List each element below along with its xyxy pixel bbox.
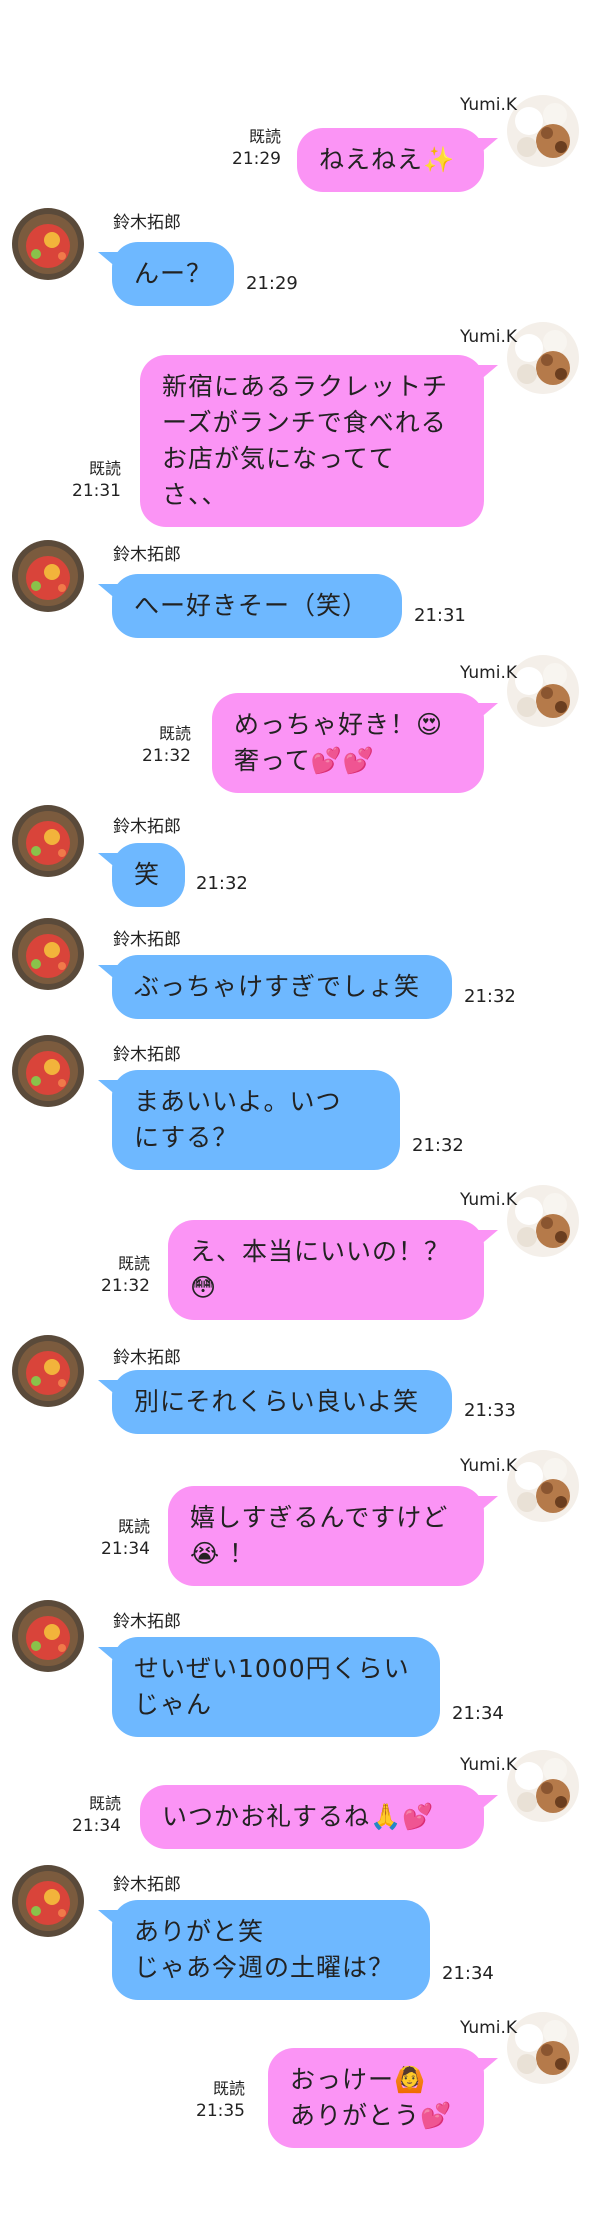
- avatar-yumi[interactable]: [507, 655, 579, 727]
- sender-name: 鈴木拓郎: [113, 930, 181, 950]
- avatar-suzuki[interactable]: [12, 1335, 84, 1407]
- sender-name: 鈴木拓郎: [113, 213, 181, 233]
- message-text: 奢って💕💕: [234, 746, 376, 775]
- message-bubble[interactable]: 嬉しすぎるんですけど 😭 ！: [168, 1486, 498, 1586]
- message-bubble[interactable]: 笑: [98, 843, 185, 907]
- message-text: へー好きそー（笑）: [134, 591, 369, 620]
- message-bubble[interactable]: おっけー🙆 ありがとう💕: [268, 2048, 498, 2148]
- avatar-suzuki[interactable]: [12, 918, 84, 990]
- message-text: さ、、: [162, 480, 228, 509]
- message-time: 21:31: [72, 481, 121, 501]
- message-text: ありがとう💕: [290, 2101, 453, 2130]
- message-bubble[interactable]: んー？: [98, 242, 234, 306]
- message-text: ねえねえ✨: [319, 145, 456, 174]
- message-text: にする？: [134, 1123, 239, 1152]
- read-receipt: 既読 21:31: [31, 458, 121, 502]
- sender-name: Yumi.K: [459, 1190, 517, 1210]
- avatar-yumi[interactable]: [507, 1750, 579, 1822]
- read-receipt: 既読 21:29: [191, 126, 281, 170]
- sender-name: Yumi.K: [459, 1456, 517, 1476]
- message-text: めっちゃ好き！😍: [234, 710, 444, 739]
- avatar-suzuki[interactable]: [12, 208, 84, 280]
- read-label: 既読: [88, 1794, 121, 1813]
- message-text: じゃあ今週の土曜は？: [134, 1953, 395, 1982]
- read-receipt: 既読 21:34: [31, 1793, 121, 1837]
- message-text: え、本当にいいの！？: [190, 1237, 451, 1266]
- message-bubble[interactable]: めっちゃ好き！😍 奢って💕💕: [212, 693, 498, 793]
- sender-name: 鈴木拓郎: [113, 1875, 181, 1895]
- sender-name: 鈴木拓郎: [113, 545, 181, 565]
- message-time: 21:34: [452, 1703, 504, 1724]
- message-time: 21:32: [142, 746, 191, 766]
- message-text: 嬉しすぎるんですけど: [190, 1503, 449, 1532]
- read-label: 既読: [248, 127, 281, 146]
- read-label: 既読: [117, 1254, 150, 1273]
- read-receipt: 既読 21:32: [60, 1253, 150, 1297]
- sender-name: Yumi.K: [459, 327, 517, 347]
- message-text: じゃん: [134, 1690, 213, 1719]
- message-text: 😳: [190, 1273, 218, 1302]
- avatar-suzuki[interactable]: [12, 1600, 84, 1672]
- avatar-yumi[interactable]: [507, 1450, 579, 1522]
- message-bubble[interactable]: 新宿にあるラクレットチ ーズがランチで食べれる お店が気になってて さ、、: [140, 355, 498, 527]
- message-time: 21:29: [246, 273, 298, 294]
- read-receipt: 既読 21:32: [101, 723, 191, 767]
- message-text: おっけー🙆: [290, 2065, 427, 2094]
- sender-name: 鈴木拓郎: [113, 817, 181, 837]
- message-text: ぶっちゃけすぎでしょ笑: [134, 972, 421, 1001]
- message-text: んー？: [134, 259, 213, 288]
- message-text: ーズがランチで食べれる: [162, 408, 447, 437]
- message-time: 21:32: [196, 873, 248, 894]
- message-time: 21:32: [464, 986, 516, 1007]
- message-time: 21:32: [101, 1276, 150, 1296]
- message-text: まあいいよ。いつ: [134, 1087, 342, 1116]
- avatar-suzuki[interactable]: [12, 1035, 84, 1107]
- message-bubble[interactable]: ぶっちゃけすぎでしょ笑: [98, 955, 452, 1019]
- message-bubble[interactable]: いつかお礼するね🙏💕: [140, 1785, 498, 1849]
- sender-name: 鈴木拓郎: [113, 1045, 181, 1065]
- message-text: お店が気になってて: [162, 444, 395, 473]
- message-time: 21:34: [72, 1816, 121, 1836]
- sender-name: Yumi.K: [459, 663, 517, 683]
- read-label: 既読: [117, 1517, 150, 1536]
- message-time: 21:34: [442, 1963, 494, 1984]
- message-bubble[interactable]: へー好きそー（笑）: [98, 574, 402, 638]
- message-bubble[interactable]: ねえねえ✨: [297, 128, 498, 192]
- message-time: 21:32: [412, 1135, 464, 1156]
- avatar-yumi[interactable]: [507, 95, 579, 167]
- message-bubble[interactable]: 別にそれくらい良いよ笑: [98, 1370, 452, 1434]
- message-time: 21:29: [232, 149, 281, 169]
- message-text: いつかお礼するね🙏💕: [162, 1802, 435, 1831]
- avatar-suzuki[interactable]: [12, 1865, 84, 1937]
- sender-name: 鈴木拓郎: [113, 1348, 181, 1368]
- message-text: 😭 ！: [190, 1539, 256, 1568]
- sender-name: Yumi.K: [459, 2018, 517, 2038]
- avatar-yumi[interactable]: [507, 322, 579, 394]
- read-receipt: 既読 21:35: [155, 2078, 245, 2122]
- read-label: 既読: [212, 2079, 245, 2098]
- message-bubble[interactable]: まあいいよ。いつ にする？: [98, 1070, 400, 1170]
- message-time: 21:35: [196, 2101, 245, 2121]
- message-time: 21:33: [464, 1400, 516, 1421]
- message-text: 笑: [134, 860, 161, 889]
- avatar-yumi[interactable]: [507, 1185, 579, 1257]
- avatar-suzuki[interactable]: [12, 540, 84, 612]
- read-label: 既読: [88, 459, 121, 478]
- avatar-suzuki[interactable]: [12, 805, 84, 877]
- message-bubble[interactable]: ありがと笑じゃあ今週の土曜は？: [98, 1900, 430, 2000]
- message-text: 新宿にあるラクレットチ: [162, 372, 449, 401]
- message-time: 21:31: [414, 605, 466, 626]
- read-label: 既読: [158, 724, 191, 743]
- avatar-yumi[interactable]: [507, 2012, 579, 2084]
- message-bubble[interactable]: え、本当にいいの！？ 😳: [168, 1220, 498, 1320]
- sender-name: Yumi.K: [459, 95, 517, 115]
- message-text: ありがと笑: [134, 1917, 265, 1946]
- message-time: 21:34: [101, 1539, 150, 1559]
- sender-name: 鈴木拓郎: [113, 1612, 181, 1632]
- read-receipt: 既読 21:34: [60, 1516, 150, 1560]
- message-bubble[interactable]: せいぜい1000円くらい じゃん: [98, 1637, 440, 1737]
- sender-name: Yumi.K: [459, 1755, 517, 1775]
- message-text: せいぜい1000円くらい: [134, 1654, 410, 1683]
- message-text: 別にそれくらい良いよ笑: [134, 1387, 420, 1416]
